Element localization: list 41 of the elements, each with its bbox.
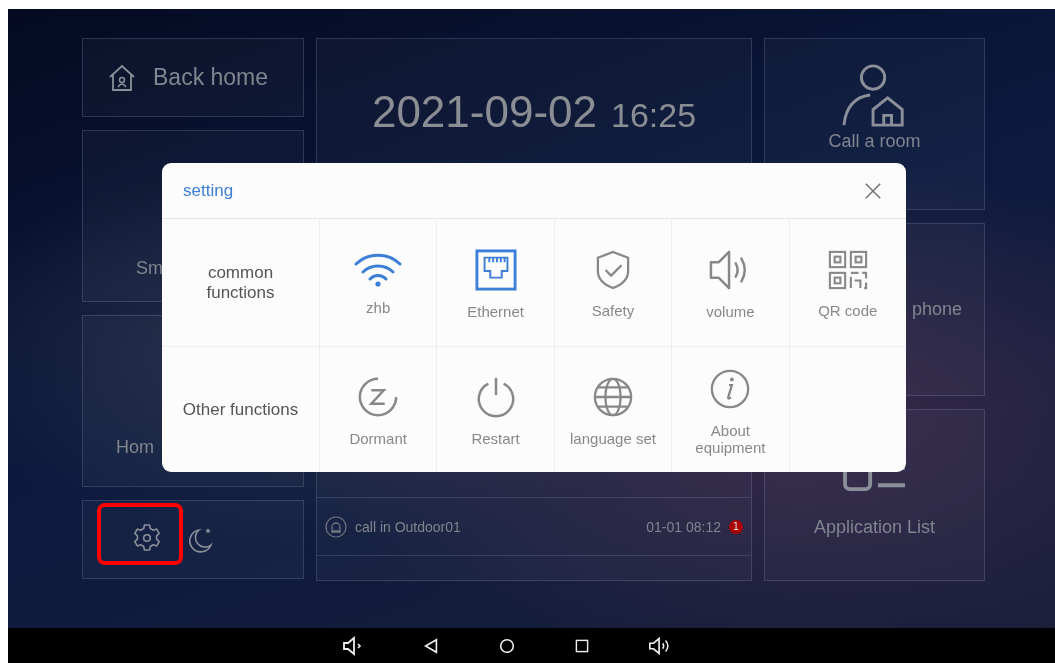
- setting-label: zhb: [365, 299, 392, 316]
- setting-item[interactable]: About equipment: [671, 347, 789, 472]
- setting-item[interactable]: zhb: [319, 219, 437, 346]
- back-home-tile[interactable]: Back home: [82, 38, 304, 117]
- tile-label: phone: [911, 299, 962, 320]
- setting-item[interactable]: volume: [671, 219, 789, 346]
- call-log-row[interactable]: call in Outdoor01 01-01 08:12 1: [317, 497, 751, 555]
- tile-label: Sm: [136, 258, 163, 279]
- setting-item[interactable]: QR code: [788, 219, 906, 346]
- settings-icon[interactable]: [131, 521, 163, 554]
- alarm-icon: [325, 515, 347, 538]
- tile-label: Call a room: [828, 131, 921, 152]
- setting-item[interactable]: Safety: [553, 219, 672, 346]
- tile-label: Back home: [153, 64, 269, 91]
- setting-label: volume: [705, 303, 756, 320]
- setting-label: Safety: [590, 302, 636, 319]
- setting-item[interactable]: Ethernet: [436, 219, 554, 346]
- setting-label: Dormant: [348, 430, 408, 447]
- home-icon[interactable]: [497, 636, 516, 655]
- setting-label: QR code: [817, 302, 879, 319]
- time-text: 16:25: [611, 96, 697, 135]
- section-label: Other functions: [182, 399, 299, 420]
- house-icon: [107, 62, 137, 93]
- setting-item[interactable]: language set: [553, 347, 672, 472]
- setting-item[interactable]: Dormant: [319, 347, 437, 472]
- date-text: 2021-09-02: [371, 87, 597, 137]
- recents-icon[interactable]: [573, 637, 590, 654]
- call-time: 01-01 08:12: [646, 518, 721, 535]
- setting-item[interactable]: Restart: [436, 347, 554, 472]
- setting-label: About equipment: [694, 421, 767, 456]
- unread-badge: 1: [729, 519, 743, 534]
- section-label: common functions: [205, 262, 276, 303]
- dialog-title: setting: [183, 180, 234, 201]
- volume-down-icon[interactable]: [341, 635, 364, 656]
- setting-label: Ethernet: [466, 303, 525, 320]
- tile-label: Hom: [116, 437, 154, 458]
- tile-label: Application List: [813, 517, 936, 538]
- close-icon[interactable]: [864, 181, 882, 200]
- setting-label: language set: [569, 430, 657, 447]
- call-log-text: call in Outdoor01: [355, 518, 461, 535]
- setting-label: Restart: [470, 430, 521, 447]
